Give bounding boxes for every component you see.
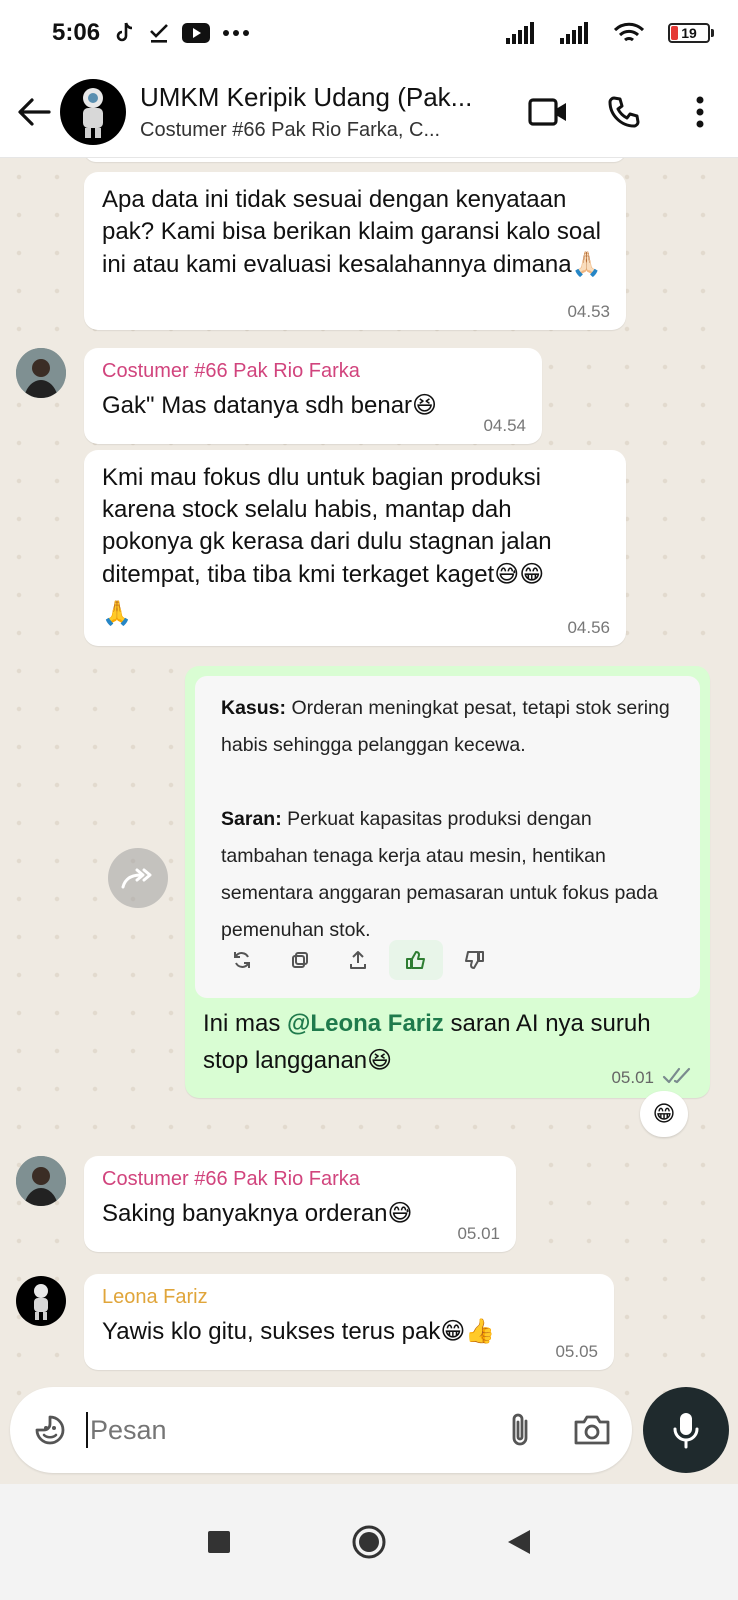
status-bar: 5:06 19 — [0, 0, 738, 66]
message-text: Apa data ini tidak sesuai dengan kenyata… — [102, 186, 601, 278]
youtube-icon — [182, 23, 211, 43]
chat-title: UMKM Keripik Udang (Pak... — [140, 81, 473, 112]
tiktok-icon — [114, 21, 136, 45]
kasus-text: Orderan meningkat pesat, tetapi stok ser… — [221, 697, 670, 756]
reaction-emoji: 😁 — [652, 1101, 676, 1127]
avatar[interactable] — [16, 1276, 66, 1326]
ai-answer-image[interactable]: Kasus: Orderan meningkat pesat, tetapi s… — [195, 676, 700, 998]
back-triangle-icon — [508, 1530, 530, 1554]
avatar[interactable] — [16, 348, 66, 398]
chat-area[interactable]: Apa data ini tidak sesuai dengan kenyata… — [0, 158, 738, 1405]
thumbs-down-icon — [447, 940, 501, 980]
message-bubble[interactable]: Leona Fariz Yawis klo gitu, sukses terus… — [84, 1274, 614, 1370]
regenerate-icon — [215, 940, 269, 980]
message-emoji-line: 🙏 — [102, 599, 132, 627]
system-nav-bar — [0, 1484, 738, 1600]
sender-name[interactable]: Costumer #66 Pak Rio Farka — [102, 360, 524, 383]
message-emoji: 😅😁 — [494, 560, 545, 588]
attach-icon[interactable] — [498, 1408, 542, 1452]
outgoing-message-bubble[interactable]: Kasus: Orderan meningkat pesat, tetapi s… — [185, 666, 710, 1098]
back-arrow-icon — [18, 97, 51, 126]
status-time: 5:06 — [52, 19, 101, 46]
voice-call-button[interactable] — [586, 82, 662, 142]
message-text: Gak" Mas datanya sdh benar — [102, 392, 413, 419]
more-vertical-icon — [696, 96, 704, 127]
message-composer — [10, 1387, 632, 1473]
wifi-icon — [614, 22, 644, 44]
message-emoji: 🙏🏻 — [571, 250, 602, 278]
video-call-icon — [528, 97, 566, 126]
share-icon — [331, 940, 385, 980]
message-time: 04.54 — [483, 416, 526, 435]
phone-icon — [608, 96, 640, 127]
reaction-badge[interactable]: 😁 — [640, 1091, 688, 1137]
saran-text: Perkuat kapasitas produksi dengan tambah… — [221, 808, 658, 941]
message-emoji: 😆 — [412, 391, 438, 419]
chat-header-info[interactable]: UMKM Keripik Udang (Pak... Costumer #66 … — [140, 82, 485, 142]
more-dots-icon — [222, 29, 250, 37]
camera-icon[interactable] — [570, 1408, 614, 1452]
signal-icon — [560, 22, 590, 44]
chat-header: UMKM Keripik Udang (Pak... Costumer #66 … — [0, 66, 738, 158]
message-bubble[interactable]: Kmi mau fokus dlu untuk bagian produksi … — [84, 450, 626, 646]
battery-level: 19 — [681, 25, 697, 41]
message-text: Kmi mau fokus dlu untuk bagian produksi … — [102, 464, 552, 588]
download-done-icon — [148, 21, 170, 45]
back-button[interactable] — [12, 90, 56, 134]
ai-action-bar — [215, 940, 505, 980]
mic-icon — [673, 1413, 699, 1449]
sticker-icon[interactable] — [28, 1408, 72, 1452]
thumbs-up-icon — [389, 940, 443, 980]
message-input[interactable] — [86, 1412, 498, 1448]
forward-icon — [121, 868, 152, 889]
message-time: 04.53 — [567, 302, 610, 321]
message-time: 04.56 — [567, 618, 610, 637]
message-bubble[interactable]: Apa data ini tidak sesuai dengan kenyata… — [84, 172, 626, 330]
message-text: Saking banyaknya orderan — [102, 1200, 388, 1227]
group-avatar[interactable] — [60, 78, 126, 145]
voice-message-button[interactable] — [643, 1387, 729, 1473]
recents-square-icon — [208, 1531, 230, 1553]
saran-label: Saran: — [221, 808, 282, 830]
message-time: 05.05 — [555, 1342, 598, 1361]
battery-icon: 19 — [668, 23, 714, 43]
message-bubble-partial[interactable] — [84, 158, 626, 162]
message-text: Ini mas — [203, 1010, 288, 1037]
forward-button[interactable] — [108, 848, 168, 908]
signal-icon — [506, 22, 536, 44]
message-emoji: 😁👍 — [440, 1317, 496, 1345]
message-text: Yawis klo gitu, sukses terus pak — [102, 1318, 441, 1345]
message-bubble[interactable]: Costumer #66 Pak Rio Farka Saking banyak… — [84, 1156, 516, 1252]
message-bubble[interactable]: Costumer #66 Pak Rio Farka Gak" Mas data… — [84, 348, 542, 444]
recents-button[interactable] — [144, 1507, 294, 1577]
sender-name[interactable]: Costumer #66 Pak Rio Farka — [102, 1168, 498, 1191]
home-circle-icon — [352, 1525, 386, 1559]
message-emoji: 😆 — [367, 1046, 393, 1074]
message-emoji: 😅 — [387, 1199, 413, 1227]
copy-icon — [273, 940, 327, 980]
video-call-button[interactable] — [510, 82, 586, 142]
read-ticks-icon — [662, 1067, 694, 1090]
message-time: 05.01 — [611, 1068, 654, 1087]
home-button[interactable] — [294, 1507, 444, 1577]
chat-subtitle: Costumer #66 Pak Rio Farka, C... — [140, 118, 441, 141]
back-nav-button[interactable] — [444, 1507, 594, 1577]
more-options-button[interactable] — [662, 82, 738, 142]
avatar[interactable] — [16, 1156, 66, 1206]
message-time: 05.01 — [457, 1224, 500, 1243]
mention-link[interactable]: @Leona Fariz — [287, 1010, 444, 1037]
kasus-label: Kasus: — [221, 697, 287, 719]
sender-name[interactable]: Leona Fariz — [102, 1286, 596, 1309]
